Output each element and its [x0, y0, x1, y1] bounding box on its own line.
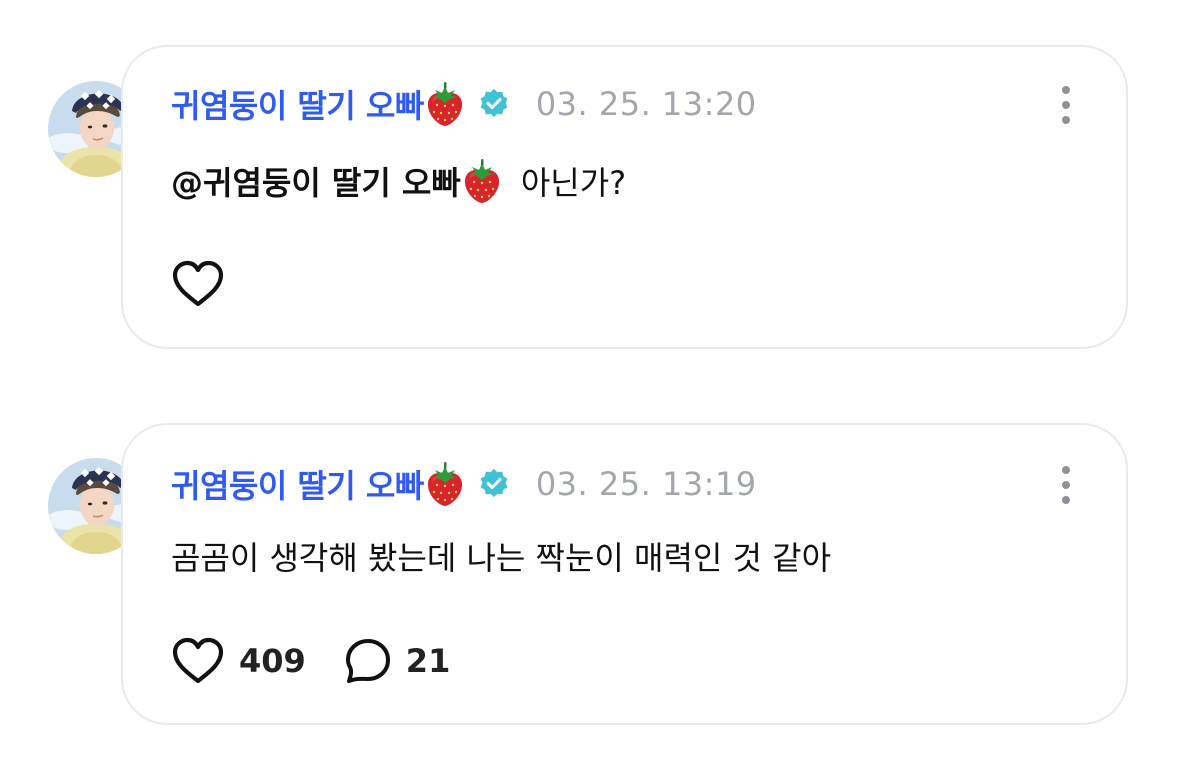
more-options-icon[interactable] [1060, 465, 1072, 505]
verified-badge-icon [478, 88, 510, 120]
strawberry-icon [424, 81, 466, 127]
comment-body: 아닌가? [520, 164, 627, 202]
like-button[interactable] [171, 260, 225, 308]
comment-actions: 409 21 [171, 637, 450, 685]
comment-header: 귀염둥이 딸기 오빠 03. 25. 13:20 [171, 81, 757, 127]
comment-header: 귀염둥이 딸기 오빠 03. 25. 13:19 [171, 461, 757, 507]
author-name[interactable]: 귀염둥이 딸기 오빠 [171, 81, 424, 127]
comment-text: @귀염둥이 딸기 오빠 아닌가? [171, 155, 626, 207]
comment-card: 귀염둥이 딸기 오빠 03. 25. 13:20 @귀염둥이 딸기 오빠 아닌가… [121, 45, 1128, 349]
comment-card: 귀염둥이 딸기 오빠 03. 25. 13:19 곰곰이 생각해 봤는데 나는 … [121, 423, 1128, 725]
timestamp: 03. 25. 13:20 [535, 85, 757, 123]
comment-text: 곰곰이 생각해 봤는데 나는 짝눈이 매력인 것 같아 [171, 531, 831, 581]
mention-link[interactable]: @귀염둥이 딸기 오빠 [171, 158, 461, 204]
strawberry-icon [424, 461, 466, 507]
reply-count: 21 [405, 642, 451, 680]
author-name[interactable]: 귀염둥이 딸기 오빠 [171, 461, 424, 507]
speech-bubble-icon [344, 637, 392, 685]
more-options-icon[interactable] [1060, 85, 1072, 125]
heart-icon [171, 637, 225, 685]
like-button[interactable]: 409 [171, 637, 306, 685]
timestamp: 03. 25. 13:19 [535, 465, 757, 503]
like-count: 409 [239, 642, 306, 680]
comment-body: 곰곰이 생각해 봤는데 나는 짝눈이 매력인 것 같아 [171, 539, 832, 577]
heart-icon [171, 260, 225, 308]
strawberry-icon [461, 158, 503, 204]
comment-actions [171, 260, 225, 308]
reply-button[interactable]: 21 [344, 637, 451, 685]
verified-badge-icon [478, 468, 510, 500]
